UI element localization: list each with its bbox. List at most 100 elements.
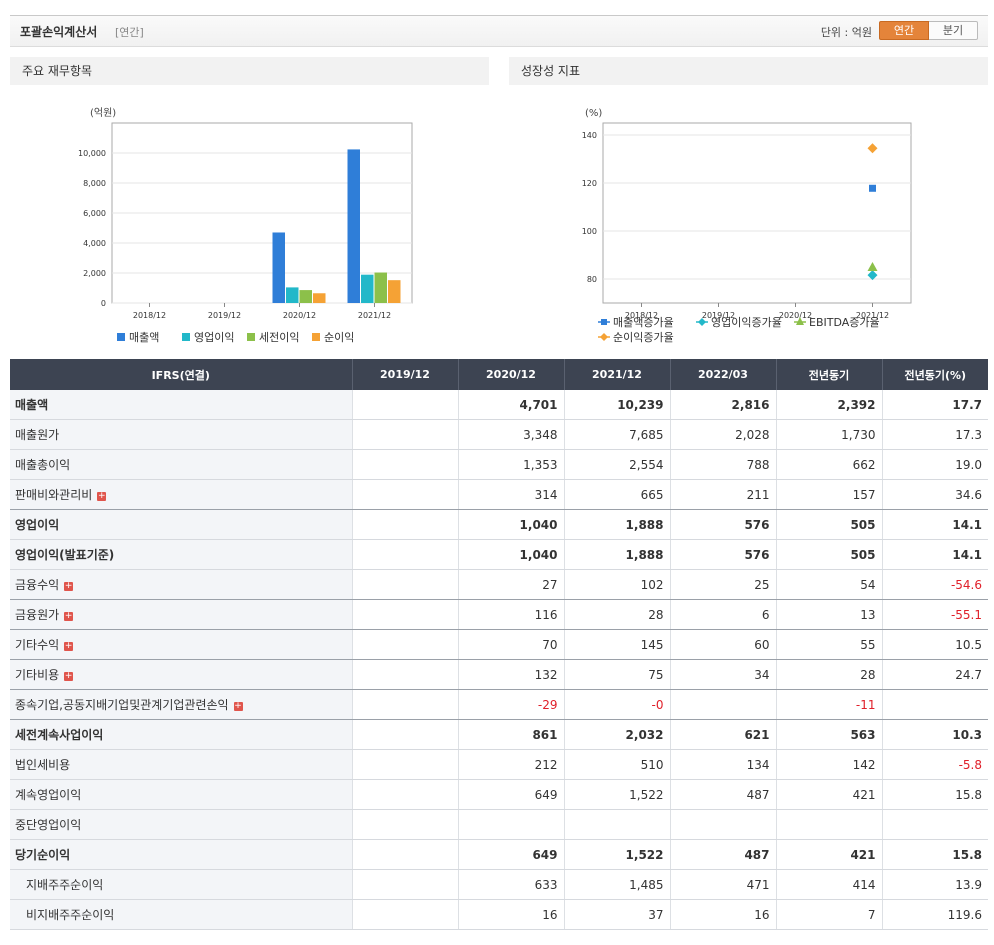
value-cell: 16 bbox=[669, 899, 776, 930]
row-label: 판매비와관리비 bbox=[15, 488, 93, 502]
value-cell: 14.1 bbox=[881, 539, 988, 570]
legend-marker-순이익증가율 bbox=[600, 333, 608, 341]
row-label: 매출원가 bbox=[15, 428, 60, 442]
table-row: 영업이익(발표기준) 1,040 1,888 576 505 14.1 bbox=[10, 539, 988, 570]
expand-plus-icon[interactable]: + bbox=[97, 492, 107, 501]
growth-scatter-chart: 80100120140(%)2018/12 2019/12 2020/12 2021/… bbox=[582, 108, 912, 344]
value-cell: 3,348 bbox=[457, 419, 564, 450]
growth-panel: 성장성 지표 80 100 120 140 (%) 2018/12 2019/12 2020/… bbox=[509, 57, 988, 347]
column-header-period: 전년동기(%) bbox=[881, 359, 988, 390]
legend-label: 매출액 bbox=[129, 331, 159, 344]
row-label-cell: 매출총이익 bbox=[10, 449, 352, 480]
growth-title: 성장성 지표 bbox=[509, 57, 988, 85]
value-cell bbox=[351, 479, 458, 510]
y-axis-unit: (%) bbox=[585, 108, 602, 119]
value-cell: 1,040 bbox=[457, 509, 564, 540]
value-cell: 10,239 bbox=[563, 390, 670, 420]
expand-plus-icon[interactable]: + bbox=[64, 582, 74, 591]
row-label-cell[interactable]: 기타비용 + bbox=[10, 659, 352, 690]
row-label: 기타비용 bbox=[15, 668, 60, 682]
value-cell bbox=[351, 599, 458, 630]
value-cell: 54 bbox=[775, 569, 882, 600]
table-row: 지배주주순이익 633 1,485 471 414 13.9 bbox=[10, 869, 988, 900]
income-statement-table: IFRS(연결) 2019/12 2020/12 2021/12 2022/03 전년동기… bbox=[10, 359, 988, 930]
value-cell: 421 bbox=[775, 779, 882, 810]
value-cell: 662 bbox=[775, 449, 882, 480]
legend-label: 매출액증가율 bbox=[613, 316, 674, 329]
key-items-bar-chart: 0 2,000 4,000 6,000 8,000 10,000 (억원) 2018/12 20… bbox=[78, 107, 413, 344]
column-header-period: 2021/12 bbox=[563, 359, 670, 390]
expand-plus-icon[interactable]: + bbox=[64, 642, 74, 651]
value-cell: -0 bbox=[563, 689, 670, 720]
value-cell: 212 bbox=[457, 749, 564, 780]
value-cell: 861 bbox=[457, 719, 564, 750]
bar-세전이익 bbox=[299, 290, 312, 303]
value-cell: 75 bbox=[563, 659, 670, 690]
value-cell: 2,392 bbox=[775, 390, 882, 420]
value-cell: -54.6 bbox=[881, 569, 988, 600]
row-label-cell[interactable]: 판매비와관리비 + bbox=[10, 479, 352, 510]
value-cell: 37 bbox=[563, 899, 670, 930]
table-row: 매출원가 3,348 7,685 2,028 1,730 17.3 bbox=[10, 419, 988, 450]
row-label-cell[interactable]: 기타수익 + bbox=[10, 629, 352, 660]
legend-label: 영업이익 bbox=[194, 331, 234, 344]
row-label: 계속영업이익 bbox=[15, 788, 82, 802]
bar-순이익 bbox=[388, 280, 401, 303]
value-cell: 649 bbox=[457, 839, 564, 870]
row-label-cell: 중단영업이익 bbox=[10, 809, 352, 840]
table-row: 기타비용 +132 75 34 28 24.7 bbox=[10, 659, 988, 690]
value-cell: 7,685 bbox=[563, 419, 670, 450]
value-cell: 34 bbox=[669, 659, 776, 690]
value-cell: 132 bbox=[457, 659, 564, 690]
column-header-period: 전년동기 bbox=[775, 359, 882, 390]
quarter-button[interactable]: 분기 bbox=[929, 21, 978, 40]
expand-plus-icon[interactable]: + bbox=[64, 612, 74, 621]
y-tick-label: 6,000 bbox=[83, 209, 106, 218]
row-label-cell: 법인세비용 bbox=[10, 749, 352, 780]
value-cell: 621 bbox=[669, 719, 776, 750]
value-cell bbox=[351, 839, 458, 870]
expand-plus-icon[interactable]: + bbox=[233, 702, 243, 711]
row-label-cell[interactable]: 종속기업,공동지배기업및관계기업관련손익 + bbox=[10, 689, 352, 720]
x-tick-label: 2018/12 bbox=[133, 311, 166, 320]
table-row: 기타수익 +70 145 60 55 10.5 bbox=[10, 629, 988, 660]
value-cell: 633 bbox=[457, 869, 564, 900]
row-label-cell[interactable]: 금융수익 + bbox=[10, 569, 352, 600]
row-label: 금융원가 bbox=[15, 608, 60, 622]
expand-plus-icon[interactable]: + bbox=[64, 672, 74, 681]
value-cell: 505 bbox=[775, 509, 882, 540]
table-row: 당기순이익 649 1,522 487 421 15.8 bbox=[10, 839, 988, 870]
value-cell: 1,888 bbox=[563, 509, 670, 540]
value-cell: 1,485 bbox=[563, 869, 670, 900]
value-cell: -11 bbox=[775, 689, 882, 720]
row-label-cell[interactable]: 금융원가 + bbox=[10, 599, 352, 630]
value-cell bbox=[563, 809, 670, 840]
table-row: 계속영업이익 649 1,522 487 421 15.8 bbox=[10, 779, 988, 810]
annual-button[interactable]: 연간 bbox=[879, 21, 929, 40]
value-cell: 134 bbox=[669, 749, 776, 780]
value-cell: 649 bbox=[457, 779, 564, 810]
value-cell bbox=[881, 809, 988, 840]
row-label: 영업이익(발표기준) bbox=[15, 548, 115, 562]
row-label: 법인세비용 bbox=[15, 758, 71, 772]
legend-label: 세전이익 bbox=[259, 331, 299, 344]
y-tick-label: 8,000 bbox=[83, 179, 106, 188]
value-cell: 421 bbox=[775, 839, 882, 870]
value-cell: 1,730 bbox=[775, 419, 882, 450]
table-row: 판매비와관리비 +314 665 211 157 34.6 bbox=[10, 479, 988, 510]
value-cell: 60 bbox=[669, 629, 776, 660]
unit-label: 단위 : 억원 bbox=[820, 26, 872, 39]
row-label-cell: 매출액 bbox=[10, 390, 352, 420]
bar-매출액 bbox=[347, 149, 360, 303]
value-cell: -5.8 bbox=[881, 749, 988, 780]
legend-label: 순이익증가율 bbox=[613, 331, 674, 344]
value-cell: 15.8 bbox=[881, 839, 988, 870]
value-cell: 16 bbox=[457, 899, 564, 930]
table-row: 매출액 4,701 10,239 2,816 2,392 17.7 bbox=[10, 390, 988, 420]
value-cell bbox=[351, 390, 458, 420]
row-label: 영업이익 bbox=[15, 518, 60, 532]
value-cell: 70 bbox=[457, 629, 564, 660]
value-cell: 10.5 bbox=[881, 629, 988, 660]
row-label: 비지배주주순이익 bbox=[26, 908, 115, 922]
value-cell: 211 bbox=[669, 479, 776, 510]
